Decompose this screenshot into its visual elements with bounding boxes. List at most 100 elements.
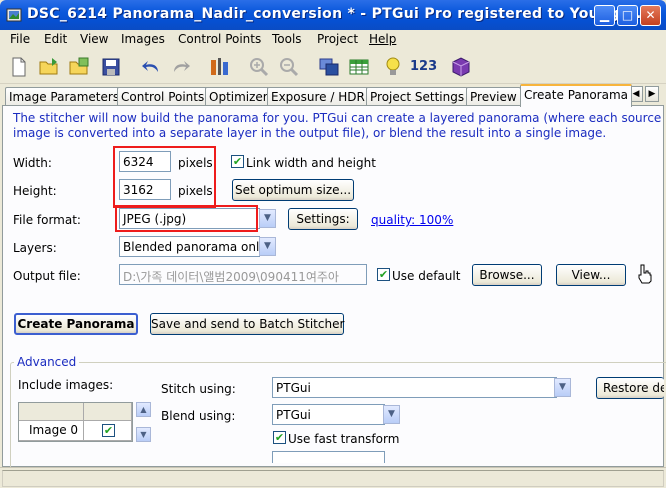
use-default-label: Use default: [392, 269, 461, 283]
menu-tools[interactable]: Tools: [272, 32, 302, 46]
link-label: Link width and height: [246, 156, 376, 170]
format-dropdown[interactable]: ▼: [259, 209, 276, 228]
blend-select[interactable]: PTGui: [272, 404, 385, 425]
save-icon[interactable]: [100, 56, 122, 78]
include-images-label: Include images:: [18, 378, 114, 392]
minimize-button[interactable]: ▁: [594, 5, 615, 26]
stitch-select[interactable]: PTGui: [272, 377, 557, 398]
intro-text: The stitcher will now build the panorama…: [13, 111, 662, 140]
new-icon[interactable]: [8, 56, 30, 78]
tab-image-parameters[interactable]: Image Parameters: [5, 87, 124, 106]
tip-icon[interactable]: [382, 56, 404, 78]
layers-dropdown[interactable]: ▼: [259, 237, 276, 256]
fast-transform-checkbox[interactable]: ✔: [273, 431, 286, 444]
output-label: Output file:: [13, 269, 81, 283]
grid-header: [19, 403, 84, 421]
redo-icon[interactable]: [170, 56, 192, 78]
width-label: Width:: [13, 156, 52, 170]
create-panorama-panel: The stitcher will now build the panorama…: [2, 105, 666, 482]
next-select-partial[interactable]: [272, 451, 385, 463]
menu-help[interactable]: Help: [369, 32, 396, 46]
chevron-down-icon: ▼: [559, 382, 566, 392]
tab-exposure-hdr[interactable]: Exposure / HDR: [267, 87, 369, 106]
status-pane: [2, 470, 664, 487]
grid-scroll-down[interactable]: ▼: [136, 427, 151, 442]
zoom-in-icon[interactable]: [248, 56, 270, 78]
checkmark-icon: ✔: [274, 431, 285, 444]
checkmark-icon: ✔: [378, 268, 389, 281]
panorama-editor-icon[interactable]: [318, 56, 340, 78]
fast-transform-label: Use fast transform: [288, 432, 400, 446]
menu-bar: File Edit View Images Control Points Too…: [0, 30, 666, 50]
image-row-check-cell: ✔: [84, 421, 132, 441]
menu-control-points[interactable]: Control Points: [178, 32, 261, 46]
include-images-grid: Image 0 ✔: [18, 402, 133, 442]
restore-defaults-button[interactable]: Restore de: [596, 377, 664, 399]
close-button[interactable]: ✕: [640, 5, 661, 26]
tab-optimizer[interactable]: Optimizer: [205, 87, 272, 106]
align-icon[interactable]: [208, 56, 230, 78]
arrow-up-icon: ▲: [140, 405, 147, 414]
tab-scroll-right[interactable]: ▶: [645, 86, 659, 102]
output-path-field[interactable]: D:\가족 데이터\앨범2009\090411여주아: [119, 264, 367, 285]
layers-select[interactable]: Blended panorama only: [119, 236, 260, 257]
tab-create-panorama[interactable]: Create Panorama: [520, 84, 633, 107]
close-icon: ✕: [645, 8, 656, 22]
highlight-size-box: [113, 146, 216, 208]
menu-edit[interactable]: Edit: [44, 32, 67, 46]
menu-images[interactable]: Images: [121, 32, 165, 46]
tab-project-settings[interactable]: Project Settings: [366, 87, 469, 106]
toolbar: 123: [0, 50, 666, 84]
title-bar[interactable]: DSC_6214 Panorama_Nadir_conversion * - P…: [0, 0, 666, 30]
status-bar: [0, 467, 666, 488]
arrow-right-icon: ▶: [648, 89, 656, 99]
numeric-transform-icon[interactable]: 123: [410, 59, 437, 74]
height-label: Height:: [13, 184, 57, 198]
chevron-down-icon: ▼: [264, 213, 271, 223]
highlight-format-box: [115, 205, 258, 232]
settings-button[interactable]: Settings:: [288, 208, 358, 230]
app-icon: [6, 8, 22, 22]
tab-control-points[interactable]: Control Points: [117, 87, 209, 106]
batch-icon[interactable]: [450, 56, 472, 78]
batch-stitcher-button[interactable]: Save and send to Batch Stitcher: [150, 313, 344, 335]
grid-header: [84, 403, 132, 421]
open-template-icon[interactable]: [68, 56, 90, 78]
arrow-left-icon: ◀: [632, 89, 640, 99]
window-title: DSC_6214 Panorama_Nadir_conversion * - P…: [27, 6, 648, 22]
menu-view[interactable]: View: [80, 32, 108, 46]
maximize-button[interactable]: □: [617, 5, 638, 26]
link-checkbox[interactable]: ✔: [231, 155, 244, 168]
hand-cursor-icon: [638, 264, 652, 284]
browse-button[interactable]: Browse...: [472, 264, 542, 286]
blend-dropdown[interactable]: ▼: [383, 405, 400, 424]
optimum-size-button[interactable]: Set optimum size...: [232, 179, 354, 201]
chevron-down-icon: ▼: [264, 241, 271, 251]
view-button[interactable]: View...: [556, 264, 626, 286]
grid-scroll-up[interactable]: ▲: [136, 402, 151, 417]
open-icon[interactable]: [38, 56, 60, 78]
layers-label: Layers:: [13, 241, 57, 255]
create-panorama-button[interactable]: Create Panorama: [14, 313, 138, 335]
advanced-title: Advanced: [14, 355, 80, 369]
tab-preview[interactable]: Preview: [466, 87, 521, 106]
blend-label: Blend using:: [161, 409, 236, 423]
format-label: File format:: [13, 213, 81, 227]
table-icon[interactable]: [348, 56, 370, 78]
use-default-checkbox[interactable]: ✔: [377, 268, 390, 281]
stitch-dropdown[interactable]: ▼: [554, 378, 571, 397]
chevron-down-icon: ▼: [388, 409, 395, 419]
tab-strip: Image Parameters Control Points Optimize…: [0, 84, 666, 107]
stitch-label: Stitch using:: [161, 382, 236, 396]
undo-icon[interactable]: [140, 56, 162, 78]
checkmark-icon: ✔: [232, 155, 243, 168]
quality-link[interactable]: quality: 100%: [371, 213, 453, 227]
menu-file[interactable]: File: [10, 32, 30, 46]
image-include-checkbox[interactable]: ✔: [102, 424, 115, 437]
checkmark-icon: ✔: [103, 424, 114, 437]
maximize-icon: □: [621, 8, 634, 22]
menu-project[interactable]: Project: [317, 32, 358, 46]
zoom-out-icon[interactable]: [278, 56, 300, 78]
image-row-name: Image 0: [19, 421, 84, 441]
minimize-icon: ▁: [599, 8, 610, 22]
